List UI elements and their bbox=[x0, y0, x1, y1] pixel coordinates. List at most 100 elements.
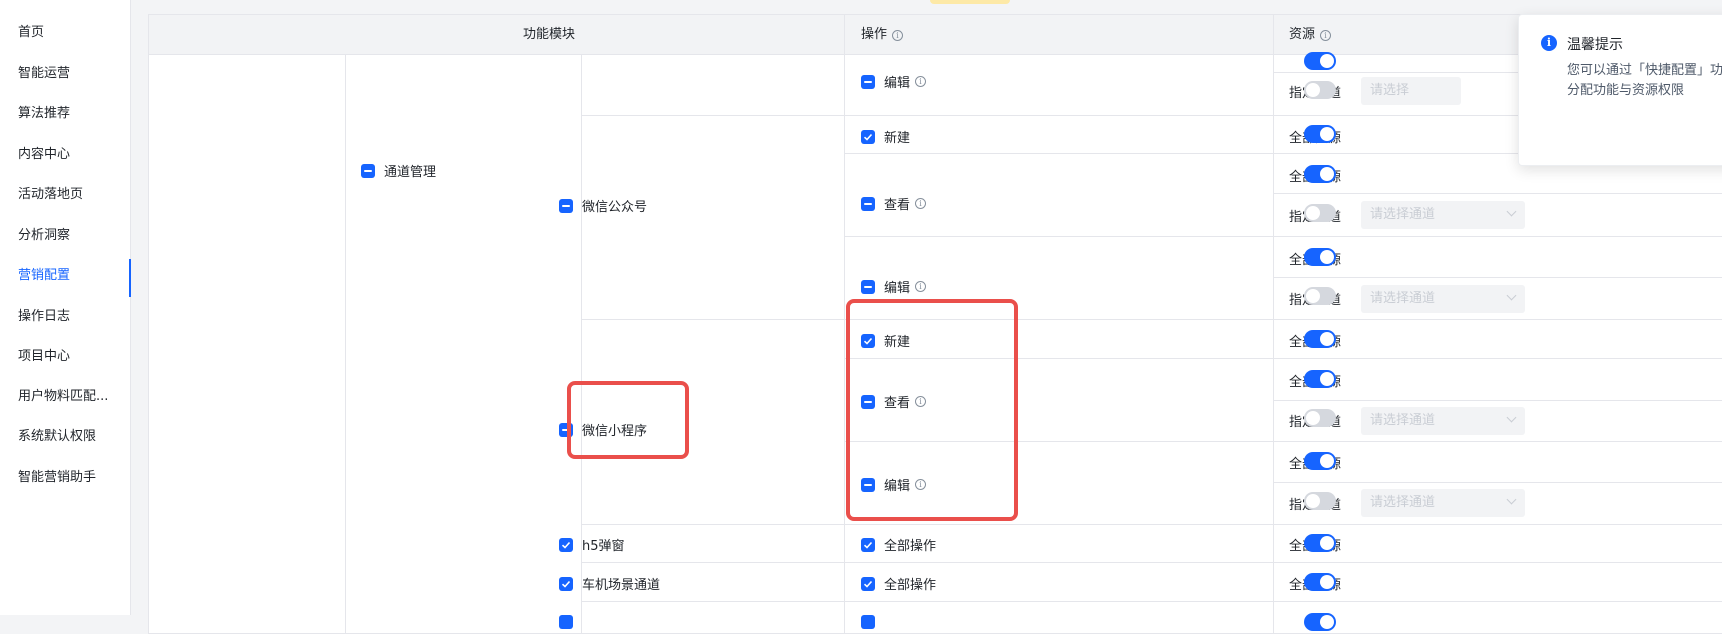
checkbox-checked-icon[interactable] bbox=[861, 615, 875, 629]
chevron-down-icon bbox=[1506, 290, 1517, 301]
submodule-wechat-mini[interactable]: 微信小程序 bbox=[559, 420, 647, 439]
toggle-switch[interactable] bbox=[1304, 452, 1336, 470]
toggle-switch[interactable] bbox=[1304, 613, 1336, 631]
toggle-switch[interactable] bbox=[1304, 204, 1336, 222]
toggle-switch[interactable] bbox=[1304, 165, 1336, 183]
group-channel-management[interactable]: 通道管理 bbox=[361, 161, 436, 180]
checkbox-checked-icon[interactable] bbox=[861, 537, 875, 552]
checkbox-checked-icon[interactable] bbox=[559, 615, 573, 629]
action-label: 编辑 bbox=[884, 479, 911, 494]
divider bbox=[1273, 400, 1722, 401]
action-all[interactable]: 全部操作 bbox=[861, 574, 936, 593]
action-all[interactable]: 全部操作 bbox=[861, 535, 936, 554]
sidebar-item-content[interactable]: 内容中心 bbox=[0, 136, 131, 174]
action-label: 全部操作 bbox=[884, 539, 937, 554]
sidebar-item-insights[interactable]: 分析洞察 bbox=[0, 217, 131, 255]
divider bbox=[581, 319, 1722, 320]
sidebar-item-assistant[interactable]: 智能营销助手 bbox=[0, 459, 131, 497]
action-label: 新建 bbox=[884, 131, 911, 146]
sidebar-item-smart-ops[interactable]: 智能运营 bbox=[0, 55, 131, 93]
header-action-label: 操作 bbox=[861, 27, 888, 42]
toggle-switch[interactable] bbox=[1304, 330, 1336, 348]
divider bbox=[844, 55, 845, 633]
submodule-h5-popup[interactable]: h5弹窗 bbox=[559, 535, 625, 554]
divider bbox=[844, 441, 1722, 442]
checkbox-checked-icon[interactable] bbox=[861, 333, 875, 348]
action-view[interactable]: 查看 i bbox=[861, 194, 927, 213]
divider bbox=[844, 358, 1722, 359]
checkbox-checked-icon[interactable] bbox=[861, 576, 875, 591]
action-label: 全部操作 bbox=[884, 578, 937, 593]
sidebar-item-home[interactable]: 首页 bbox=[0, 14, 131, 52]
info-icon: i bbox=[1541, 35, 1557, 51]
action-view[interactable]: 查看 i bbox=[861, 392, 927, 411]
tip-title: 温馨提示 bbox=[1567, 37, 1623, 53]
submodule-wechat-official[interactable]: 微信公众号 bbox=[559, 196, 647, 215]
action-label: 查看 bbox=[884, 396, 911, 411]
channel-select[interactable]: 请选择 bbox=[1361, 77, 1461, 105]
toggle-switch[interactable] bbox=[1304, 125, 1336, 143]
info-icon[interactable]: i bbox=[915, 396, 927, 407]
info-icon[interactable]: i bbox=[892, 29, 904, 41]
toggle-switch[interactable] bbox=[1304, 81, 1336, 99]
action-edit[interactable]: 编辑 i bbox=[861, 475, 927, 494]
tip-body: 您可以通过「快捷配置」功 分配功能与资源权限 bbox=[1567, 61, 1722, 101]
action-edit-partial[interactable]: 编辑 i bbox=[861, 72, 927, 91]
chevron-down-icon bbox=[1506, 494, 1517, 505]
sidebar-item-operation-log[interactable]: 操作日志 bbox=[0, 298, 131, 336]
group-label: 通道管理 bbox=[384, 165, 437, 180]
indeterminate-checkbox-icon[interactable] bbox=[861, 279, 875, 294]
action-edit[interactable]: 编辑 i bbox=[861, 277, 927, 296]
indeterminate-checkbox-icon[interactable] bbox=[861, 394, 875, 409]
submodule-label: 微信公众号 bbox=[582, 200, 648, 215]
info-icon[interactable]: i bbox=[915, 479, 927, 490]
action-create[interactable]: 新建 bbox=[861, 331, 910, 350]
divider bbox=[844, 15, 845, 55]
toggle-switch[interactable] bbox=[1304, 52, 1336, 70]
info-icon[interactable]: i bbox=[915, 281, 927, 292]
indeterminate-checkbox-icon[interactable] bbox=[559, 198, 573, 213]
toggle-switch[interactable] bbox=[1304, 573, 1336, 591]
main-content: 功能模块 操作 i 资源 i 通道管理 编辑 i 请选择 微信公众号 新建 查看… bbox=[132, 0, 1722, 634]
divider bbox=[581, 524, 1722, 525]
toggle-switch[interactable] bbox=[1304, 409, 1336, 427]
checkbox-checked-icon[interactable] bbox=[861, 129, 875, 144]
sidebar-item-default-perms[interactable]: 系统默认权限 bbox=[0, 418, 131, 456]
indeterminate-checkbox-icon[interactable] bbox=[861, 196, 875, 211]
tip-line: 分配功能与资源权限 bbox=[1567, 83, 1685, 98]
checkbox-checked-icon[interactable] bbox=[559, 537, 573, 552]
channel-select[interactable]: 请选择通道 bbox=[1361, 489, 1525, 517]
sidebar-item-material-match[interactable]: 用户物料匹配... bbox=[0, 378, 131, 416]
indeterminate-checkbox-icon[interactable] bbox=[861, 74, 875, 89]
toggle-switch[interactable] bbox=[1304, 287, 1336, 305]
indeterminate-checkbox-icon[interactable] bbox=[861, 477, 875, 492]
indeterminate-checkbox-icon[interactable] bbox=[559, 422, 573, 437]
indeterminate-checkbox-icon[interactable] bbox=[361, 163, 375, 178]
tip-notification: i 温馨提示 您可以通过「快捷配置」功 分配功能与资源权限 bbox=[1518, 14, 1722, 166]
toggle-switch[interactable] bbox=[1304, 248, 1336, 266]
submodule-car-channel[interactable]: 车机场景通道 bbox=[559, 574, 660, 593]
toggle-switch[interactable] bbox=[1304, 534, 1336, 552]
sidebar-item-landing[interactable]: 活动落地页 bbox=[0, 176, 131, 214]
sidebar-item-algorithm[interactable]: 算法推荐 bbox=[0, 95, 131, 133]
permission-table: 功能模块 操作 i 资源 i 通道管理 编辑 i 请选择 微信公众号 新建 查看… bbox=[148, 14, 1722, 634]
header-action: 操作 i bbox=[861, 15, 904, 55]
header-module: 功能模块 bbox=[522, 27, 575, 42]
info-icon[interactable]: i bbox=[1320, 29, 1332, 41]
toggle-switch[interactable] bbox=[1304, 492, 1336, 510]
channel-select[interactable]: 请选择通道 bbox=[1361, 407, 1525, 435]
sidebar-item-projects[interactable]: 项目中心 bbox=[0, 338, 131, 376]
info-icon[interactable]: i bbox=[915, 76, 927, 87]
submodule-label: 车机场景通道 bbox=[582, 578, 661, 593]
action-label: 编辑 bbox=[884, 76, 911, 91]
channel-select[interactable]: 请选择通道 bbox=[1361, 201, 1525, 229]
sidebar-active-indicator bbox=[129, 259, 131, 297]
sidebar: 首页 智能运营 算法推荐 内容中心 活动落地页 分析洞察 营销配置 操作日志 项… bbox=[0, 0, 131, 615]
divider bbox=[1273, 482, 1722, 483]
action-create[interactable]: 新建 bbox=[861, 127, 910, 146]
sidebar-item-marketing-config[interactable]: 营销配置 bbox=[0, 257, 131, 295]
channel-select[interactable]: 请选择通道 bbox=[1361, 285, 1525, 313]
checkbox-checked-icon[interactable] bbox=[559, 576, 573, 591]
info-icon[interactable]: i bbox=[915, 198, 927, 209]
toggle-switch[interactable] bbox=[1304, 370, 1336, 388]
